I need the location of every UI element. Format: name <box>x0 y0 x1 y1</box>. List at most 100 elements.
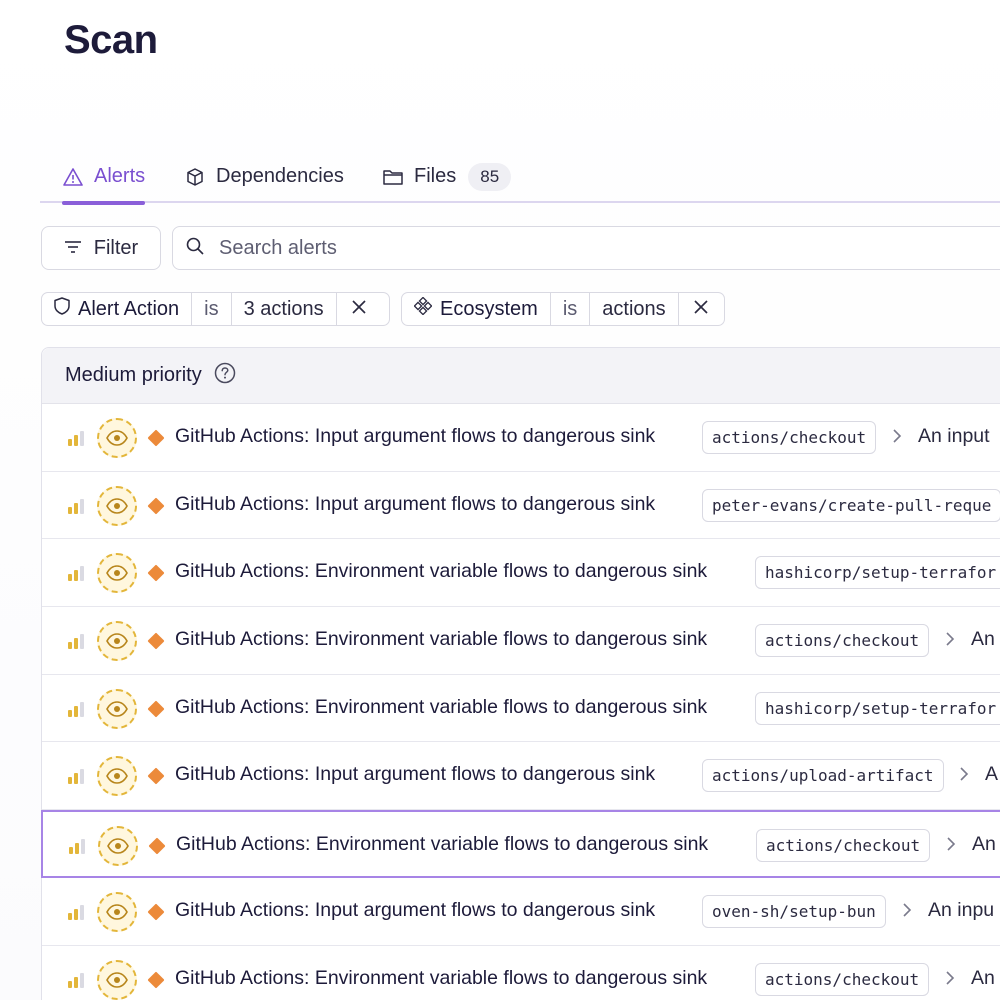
eye-icon[interactable] <box>97 621 137 662</box>
diamond-icon <box>147 497 165 515</box>
package-tag[interactable]: hashicorp/setup-terrafor <box>755 691 1000 725</box>
eye-icon[interactable] <box>97 418 137 458</box>
search-icon <box>185 236 205 261</box>
diamond-icon <box>148 837 166 855</box>
close-icon <box>693 298 709 321</box>
package-tag[interactable]: hashicorp/setup-terrafor <box>755 556 1000 590</box>
alert-title: GitHub Actions: Input argument flows to … <box>175 492 656 515</box>
chip-operator[interactable]: is <box>551 293 591 325</box>
chip-key[interactable]: Alert Action <box>42 293 193 325</box>
tab-label: Alerts <box>94 165 146 187</box>
chip-key-label: Ecosystem <box>440 297 538 320</box>
alert-row[interactable]: GitHub Actions: Environment variable flo… <box>42 607 1000 675</box>
eye-icon[interactable] <box>98 826 138 867</box>
chip-value[interactable]: 3 actions <box>232 293 337 325</box>
alert-row[interactable]: GitHub Actions: Environment variable flo… <box>42 946 1000 1000</box>
eye-icon[interactable] <box>97 553 137 594</box>
signal-bars-icon <box>67 633 87 650</box>
alert-title: GitHub Actions: Input argument flows to … <box>175 898 656 921</box>
shield-icon <box>54 297 70 321</box>
alert-description: An <box>971 628 995 651</box>
search-box <box>172 226 1000 270</box>
alert-title: GitHub Actions: Environment variable flo… <box>175 628 708 651</box>
remove-filter-button[interactable] <box>679 293 724 325</box>
scan-page: Scan Alerts Dependencies Files 85 Filter… <box>0 0 1000 1000</box>
diamond-icon <box>147 429 165 447</box>
tab-label: Files <box>414 165 457 187</box>
alert-row[interactable]: GitHub Actions: Environment variable flo… <box>42 675 1000 743</box>
chip-value[interactable]: actions <box>590 293 679 325</box>
alert-row[interactable]: GitHub Actions: Environment variable flo… <box>42 539 1000 608</box>
eye-icon[interactable] <box>97 688 137 729</box>
filter-button-label: Filter <box>93 236 139 259</box>
alert-description: An <box>971 966 995 989</box>
alert-description: A <box>985 763 999 786</box>
alert-description: An input <box>918 425 990 447</box>
alert-row[interactable]: GitHub Actions: Input argument flows to … <box>42 878 1000 946</box>
signal-bars-icon <box>67 972 87 988</box>
package-tag[interactable]: actions/checkout <box>755 624 930 658</box>
eye-icon[interactable] <box>97 891 137 932</box>
page-title: Scan <box>64 18 158 62</box>
diamond-icon <box>147 971 165 988</box>
eye-icon[interactable] <box>97 756 137 797</box>
eye-icon[interactable] <box>97 485 137 526</box>
tab-bar: Alerts Dependencies Files 85 <box>40 150 1000 205</box>
package-tag[interactable]: oven-sh/setup-bun <box>702 894 886 928</box>
tab-label: Dependencies <box>216 165 344 187</box>
alert-title: GitHub Actions: Input argument flows to … <box>175 763 656 786</box>
chevron-right-icon <box>959 766 969 787</box>
remove-filter-button[interactable] <box>337 293 382 325</box>
chevron-right-icon <box>945 970 955 991</box>
package-tag[interactable]: actions/checkout <box>702 421 877 454</box>
tab-files[interactable]: Files 85 <box>382 150 512 203</box>
chevron-right-icon <box>945 631 955 652</box>
alert-row[interactable]: GitHub Actions: Input argument flows to … <box>42 404 1000 472</box>
question-circle-icon[interactable] <box>214 362 236 390</box>
signal-bars-icon <box>67 430 87 446</box>
alert-title: GitHub Actions: Environment variable flo… <box>175 966 708 989</box>
signal-bars-icon <box>67 904 87 920</box>
alert-title: GitHub Actions: Environment variable flo… <box>175 695 708 718</box>
signal-bars-icon <box>67 701 87 717</box>
eye-icon[interactable] <box>97 959 137 1000</box>
tab-dependencies[interactable]: Dependencies <box>184 150 344 203</box>
package-tag[interactable]: peter-evans/create-pull-reque <box>702 488 1000 522</box>
alert-description: An <box>972 833 996 856</box>
signal-bars-icon <box>68 838 88 855</box>
signal-bars-icon <box>67 498 87 514</box>
diamond-icon <box>147 700 165 718</box>
alert-title: GitHub Actions: Environment variable flo… <box>175 560 708 583</box>
search-input[interactable] <box>219 236 919 260</box>
ecosystem-icon <box>413 296 433 321</box>
filter-chip-ecosystem: Ecosystem is actions <box>401 292 725 326</box>
priority-group-label: Medium priority <box>65 364 202 386</box>
filter-button[interactable]: Filter <box>41 226 161 270</box>
chip-key[interactable]: Ecosystem <box>402 293 551 325</box>
alerts-panel: Medium priority GitHub Actions: Input ar… <box>41 347 1000 1000</box>
close-icon <box>351 298 367 321</box>
signal-bars-icon <box>67 768 87 785</box>
folder-icon <box>382 166 404 188</box>
alert-description: An inpu <box>928 898 995 921</box>
package-tag[interactable]: actions/checkout <box>755 962 930 996</box>
chip-operator[interactable]: is <box>192 293 232 325</box>
chevron-right-icon <box>902 902 912 923</box>
package-tag[interactable]: actions/checkout <box>756 829 931 863</box>
diamond-icon <box>147 903 165 921</box>
tab-alerts[interactable]: Alerts <box>62 150 146 205</box>
signal-bars-icon <box>67 565 87 582</box>
diamond-icon <box>147 564 165 582</box>
filter-chip-alert-action: Alert Action is 3 actions <box>41 292 390 326</box>
filter-lines-icon <box>64 237 82 260</box>
package-tag[interactable]: actions/upload-artifact <box>702 759 944 793</box>
alert-row[interactable]: GitHub Actions: Environment variable flo… <box>41 810 1000 878</box>
alert-title: GitHub Actions: Input argument flows to … <box>175 425 656 447</box>
warning-triangle-icon <box>62 166 84 188</box>
alert-row[interactable]: GitHub Actions: Input argument flows to … <box>42 742 1000 811</box>
diamond-icon <box>147 632 165 650</box>
files-count-badge: 85 <box>468 162 512 191</box>
alert-row[interactable]: GitHub Actions: Input argument flows to … <box>42 472 1000 540</box>
alert-list: GitHub Actions: Input argument flows to … <box>41 404 1000 1000</box>
package-box-icon <box>184 166 206 188</box>
